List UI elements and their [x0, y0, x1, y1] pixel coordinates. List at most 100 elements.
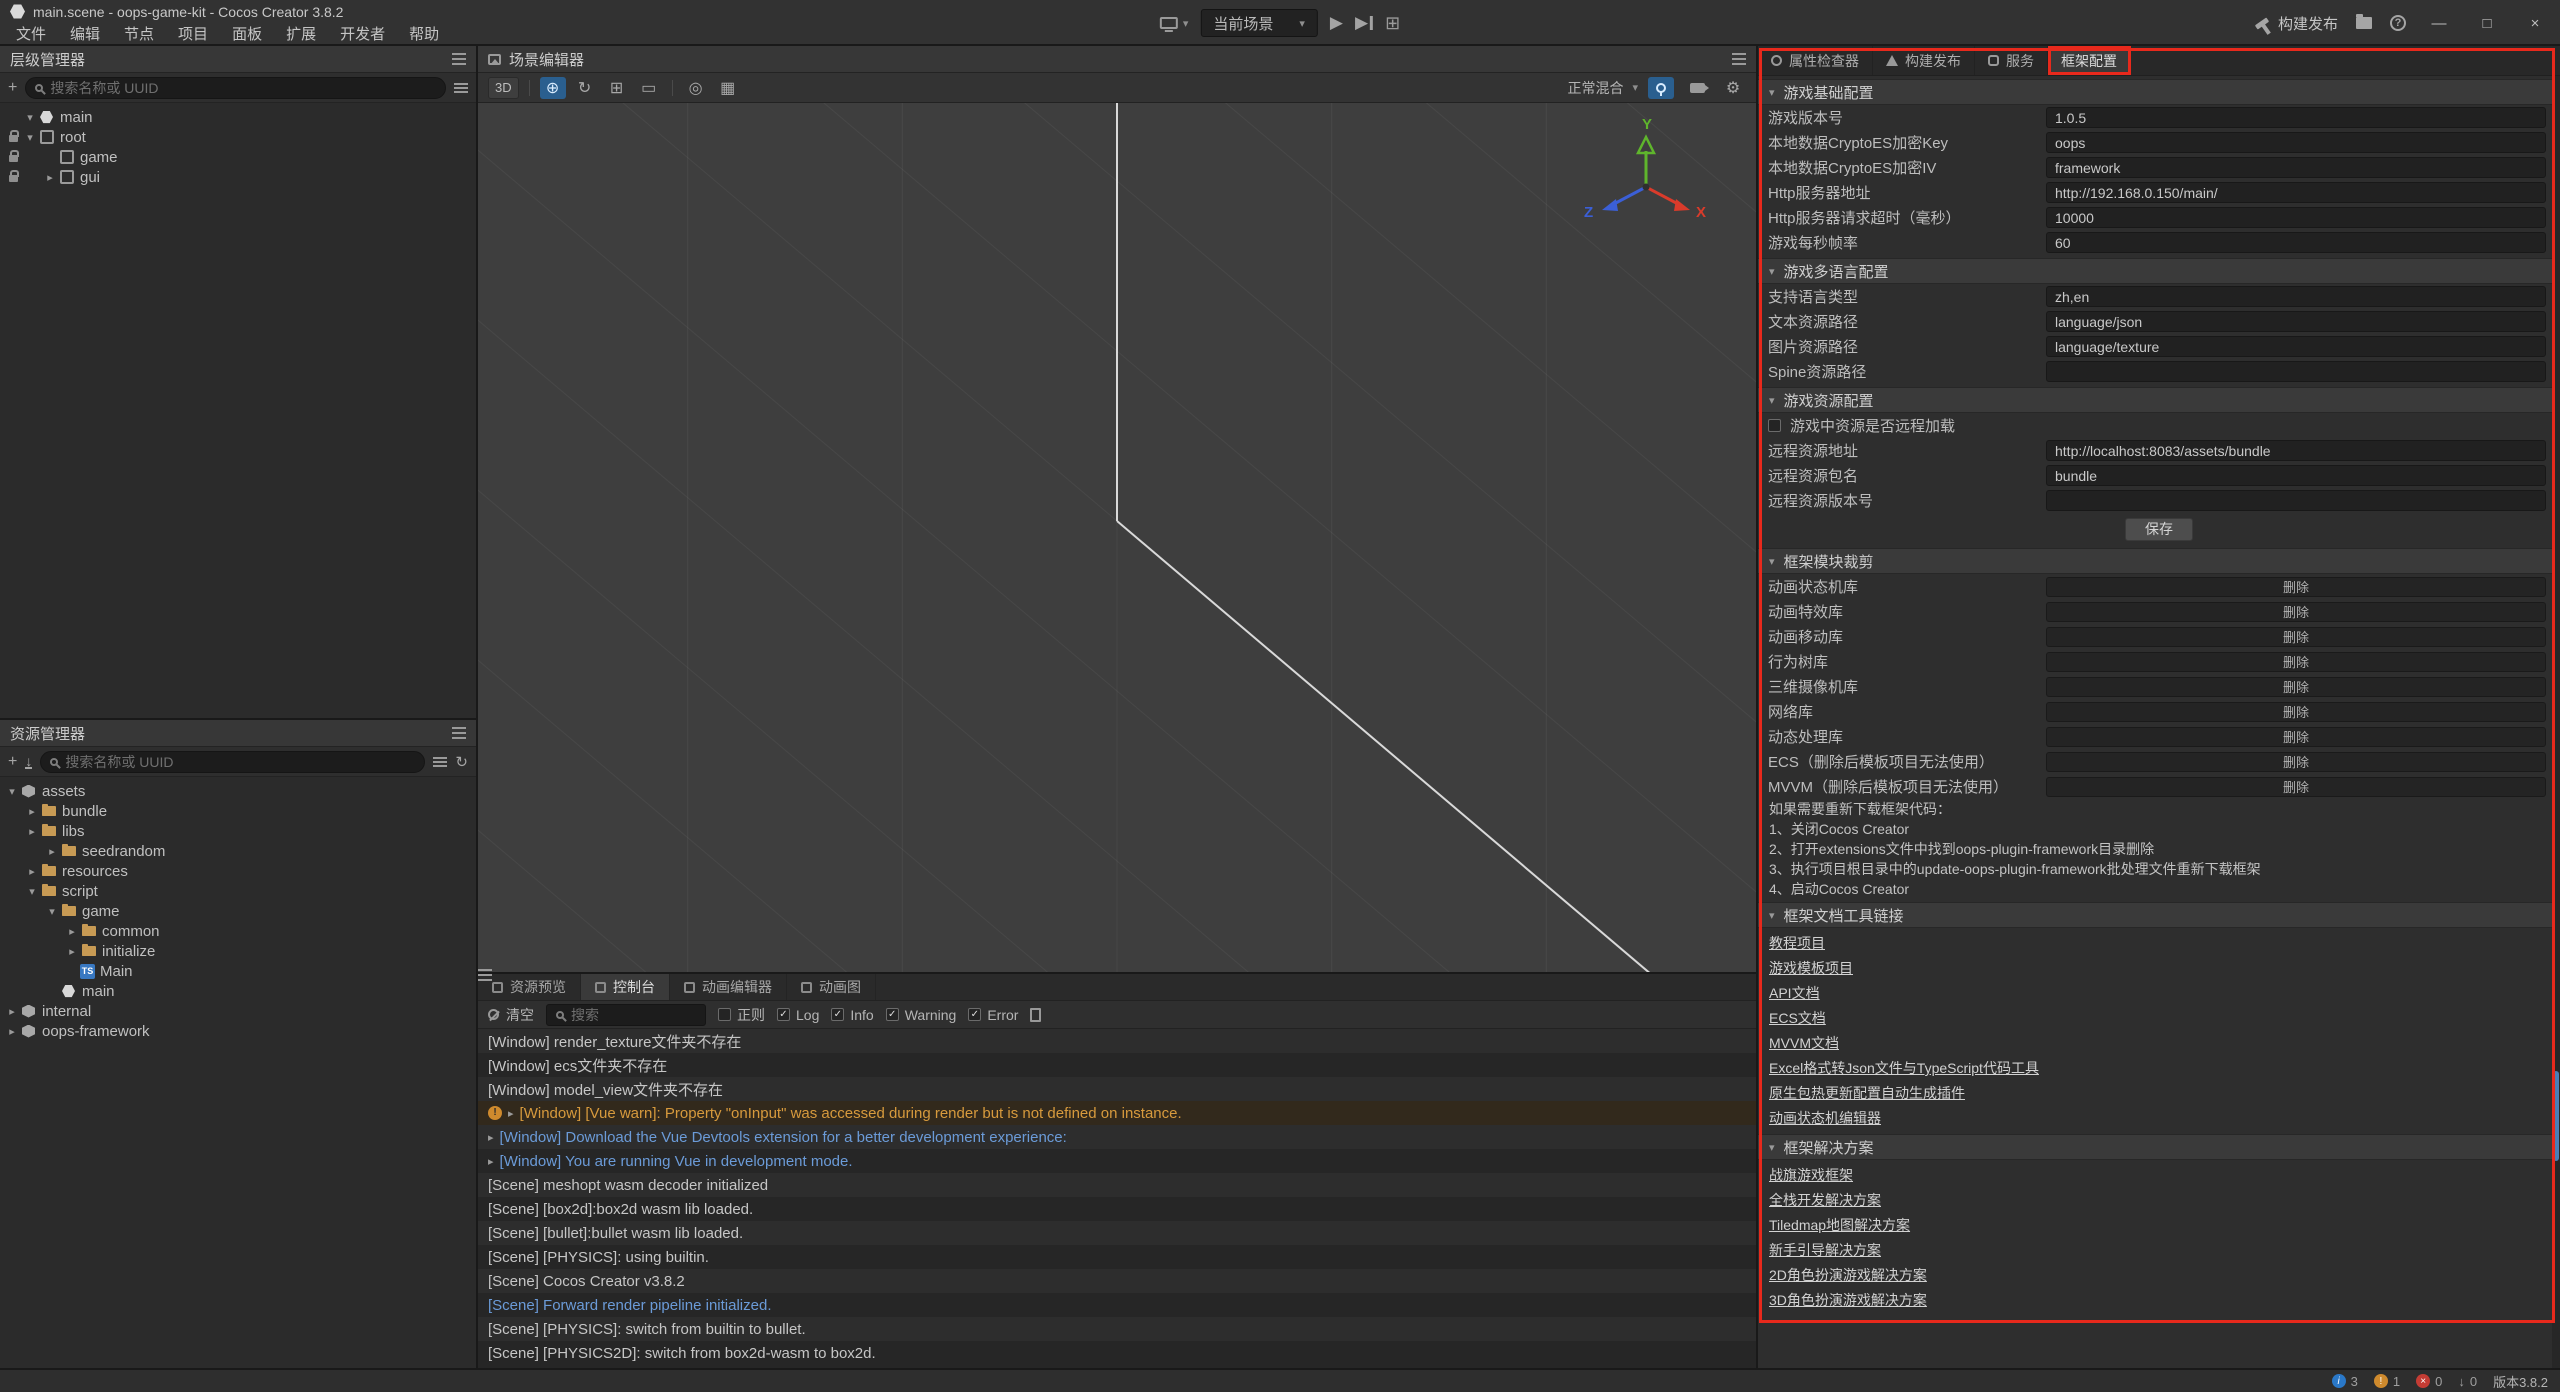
field-input[interactable] — [2046, 207, 2546, 228]
scrollbar[interactable] — [2552, 76, 2560, 1368]
rect-tool-button[interactable]: ▭ — [636, 77, 662, 99]
caret-icon[interactable]: ▾ — [44, 905, 60, 918]
step-button[interactable]: ▶ — [1355, 13, 1373, 33]
menu-item[interactable]: 文件 — [4, 23, 58, 46]
menu-item[interactable]: 开发者 — [328, 23, 397, 46]
regex-checkbox[interactable]: 正则 — [718, 1005, 765, 1025]
log-row[interactable]: ▸ [Window] render_texture文件夹不存在 — [478, 1029, 1756, 1053]
log-row[interactable]: ▸ [Window] model_view文件夹不存在 — [478, 1077, 1756, 1101]
scene-select[interactable]: 当前场景 ▾ — [1200, 9, 1318, 37]
doc-link[interactable]: 原生包热更新配置自动生成插件 — [1769, 1081, 1965, 1106]
assets-searchbox[interactable] — [40, 751, 425, 773]
solution-link[interactable]: 3D角色扮演游戏解决方案 — [1769, 1288, 1927, 1313]
doc-link[interactable]: 游戏模板项目 — [1769, 956, 1853, 981]
lighting-toggle-button[interactable] — [1648, 77, 1674, 99]
log-row[interactable]: ▸ [Scene] [PHYSICS]: switch from builtin… — [478, 1317, 1756, 1341]
assets-search-input[interactable] — [65, 754, 415, 770]
asset-node-row[interactable]: ▾ assets — [0, 781, 476, 801]
doc-link[interactable]: 动画状态机编辑器 — [1769, 1106, 1881, 1131]
field-input[interactable] — [2046, 465, 2546, 486]
scrollbar-thumb[interactable] — [2553, 1071, 2559, 1161]
log-row[interactable]: ▸ [Scene] Forward render pipeline initia… — [478, 1293, 1756, 1317]
close-button[interactable]: × — [2520, 15, 2550, 32]
coordinate-toggle-button[interactable]: ▦ — [715, 77, 741, 99]
save-button[interactable]: 保存 — [2125, 518, 2193, 541]
menu-item[interactable]: 帮助 — [397, 23, 451, 46]
section-header-resource[interactable]: ▾ 游戏资源配置 — [1758, 387, 2560, 413]
log-row[interactable]: ▸ [Window] You are running Vue in develo… — [478, 1149, 1756, 1173]
solution-link[interactable]: 新手引导解决方案 — [1769, 1238, 1881, 1263]
delete-module-button[interactable]: 删除 — [2046, 577, 2546, 597]
scale-tool-button[interactable]: ⊞ — [604, 77, 630, 99]
log-filter-checkbox[interactable]: Info — [831, 1007, 873, 1023]
section-header-docs[interactable]: ▾ 框架文档工具链接 — [1758, 902, 2560, 928]
field-input[interactable] — [2046, 232, 2546, 253]
filter-icon[interactable] — [454, 87, 468, 89]
caret-icon[interactable]: ▸ — [64, 925, 80, 938]
doc-link[interactable]: 教程项目 — [1769, 931, 1825, 956]
refresh-icon[interactable]: ↻ — [455, 753, 468, 771]
project-folder-icon[interactable] — [2356, 17, 2372, 29]
delete-module-button[interactable]: 删除 — [2046, 727, 2546, 747]
asset-node-row[interactable]: main — [0, 981, 476, 1001]
section-header-solutions[interactable]: ▾ 框架解决方案 — [1758, 1134, 2560, 1160]
asset-node-row[interactable]: ▸ resources — [0, 861, 476, 881]
menu-item[interactable]: 项目 — [166, 23, 220, 46]
log-filter-checkbox[interactable]: Log — [777, 1007, 819, 1023]
checkbox-icon[interactable] — [886, 1008, 899, 1021]
log-row[interactable]: ▸ [Scene] Cocos Creator v3.8.2 — [478, 1269, 1756, 1293]
help-icon[interactable]: ? — [2390, 15, 2406, 31]
log-expand-caret[interactable]: ▸ — [488, 1155, 494, 1168]
console-tab[interactable]: 资源预览 — [478, 974, 581, 1000]
checkbox-icon[interactable] — [777, 1008, 790, 1021]
play-button[interactable]: ▶ — [1330, 13, 1343, 33]
caret-icon[interactable]: ▾ — [22, 131, 38, 144]
inspector-tab[interactable]: 构建发布 — [1873, 46, 1975, 75]
log-row[interactable]: ▸ [Window] Download the Vue Devtools ext… — [478, 1125, 1756, 1149]
doc-link[interactable]: Excel格式转Json文件与TypeScript代码工具 — [1769, 1056, 2039, 1081]
sort-icon[interactable] — [433, 761, 447, 763]
solution-link[interactable]: 战旗游戏框架 — [1769, 1163, 1853, 1188]
asset-node-row[interactable]: ▸ libs — [0, 821, 476, 841]
asset-node-row[interactable]: ▾ game — [0, 901, 476, 921]
export-log-icon[interactable] — [1030, 1008, 1041, 1022]
caret-icon[interactable]: ▾ — [22, 111, 38, 124]
menu-item[interactable]: 节点 — [112, 23, 166, 46]
translate-tool-button[interactable]: ⊕ — [540, 77, 566, 99]
panel-menu-icon[interactable] — [452, 732, 466, 734]
asset-node-row[interactable]: ▸ internal — [0, 1001, 476, 1021]
hierarchy-node-row[interactable]: ▸ gui — [0, 167, 476, 187]
doc-link[interactable]: ECS文档 — [1769, 1006, 1826, 1031]
delete-module-button[interactable]: 删除 — [2046, 627, 2546, 647]
log-expand-caret[interactable]: ▸ — [488, 1131, 494, 1144]
section-header-language[interactable]: ▾ 游戏多语言配置 — [1758, 258, 2560, 284]
error-counter[interactable]: 0 — [2416, 1374, 2442, 1389]
checkbox-icon[interactable] — [968, 1008, 981, 1021]
mode-3d-button[interactable]: 3D — [488, 77, 519, 99]
panel-menu-icon[interactable] — [1732, 58, 1746, 60]
build-publish-button[interactable]: 构建发布 — [2255, 13, 2338, 34]
hierarchy-node-row[interactable]: ▾ main — [0, 107, 476, 127]
log-row[interactable]: ▸ [Scene] [bullet]:bullet wasm lib loade… — [478, 1221, 1756, 1245]
caret-icon[interactable]: ▸ — [42, 171, 58, 184]
caret-icon[interactable]: ▸ — [4, 1005, 20, 1018]
log-row[interactable]: ▸ [Scene] [PHYSICS]: using builtin. — [478, 1245, 1756, 1269]
doc-link[interactable]: API文档 — [1769, 981, 1820, 1006]
field-input[interactable] — [2046, 336, 2546, 357]
log-expand-caret[interactable]: ▸ — [508, 1107, 514, 1120]
doc-link[interactable]: MVVM文档 — [1769, 1031, 1839, 1056]
render-mode-select[interactable]: 正常混合 ▾ — [1567, 78, 1638, 98]
asset-node-row[interactable]: Main — [0, 961, 476, 981]
asset-node-row[interactable]: ▸ oops-framework — [0, 1021, 476, 1041]
section-header-basic[interactable]: ▾ 游戏基础配置 — [1758, 79, 2560, 105]
log-row[interactable]: ▸ [Scene] [box2d]:box2d wasm lib loaded. — [478, 1197, 1756, 1221]
inspector-tab[interactable]: 服务 — [1975, 46, 2048, 75]
info-counter[interactable]: 3 — [2332, 1374, 2358, 1389]
log-filter-checkbox[interactable]: Warning — [886, 1007, 957, 1023]
delete-module-button[interactable]: 删除 — [2046, 677, 2546, 697]
field-input[interactable] — [2046, 107, 2546, 128]
console-tab[interactable]: 动画编辑器 — [670, 974, 787, 1000]
log-filter-checkbox[interactable]: Error — [968, 1007, 1018, 1023]
hierarchy-search-input[interactable] — [50, 80, 436, 96]
hierarchy-node-row[interactable]: game — [0, 147, 476, 167]
